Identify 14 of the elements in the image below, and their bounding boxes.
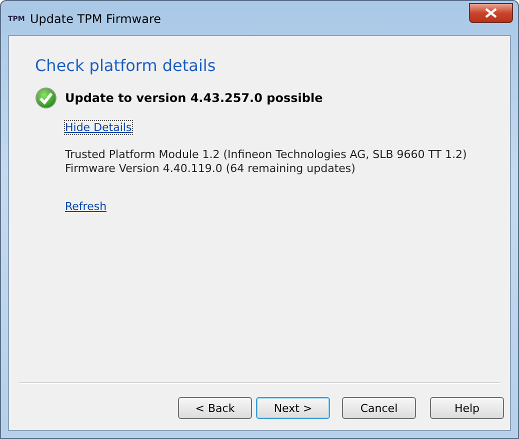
close-button[interactable] bbox=[469, 3, 513, 23]
refresh-link[interactable]: Refresh bbox=[65, 200, 107, 213]
dialog-button[interactable]: < Back bbox=[178, 397, 252, 419]
hide-details-link[interactable]: Hide Details bbox=[65, 121, 132, 134]
detail-text: Firmware Version 4.40.119.0 (64 remaining updates) bbox=[65, 162, 356, 176]
window-title: Update TPM Firmware bbox=[30, 12, 162, 26]
dialog-button[interactable]: Help bbox=[430, 397, 504, 419]
checkmark-icon bbox=[35, 87, 57, 109]
dialog-button[interactable]: Next > bbox=[256, 397, 330, 419]
page-heading: Check platform details bbox=[35, 56, 216, 75]
detail-text: Trusted Platform Module 1.2 (Infineon Technologies AG, SLB 9660 TT 1.2) bbox=[65, 148, 467, 162]
close-icon bbox=[485, 8, 497, 18]
dialog-button[interactable]: Cancel bbox=[342, 397, 416, 419]
status-message: Update to version 4.43.257.0 possible bbox=[65, 91, 323, 105]
